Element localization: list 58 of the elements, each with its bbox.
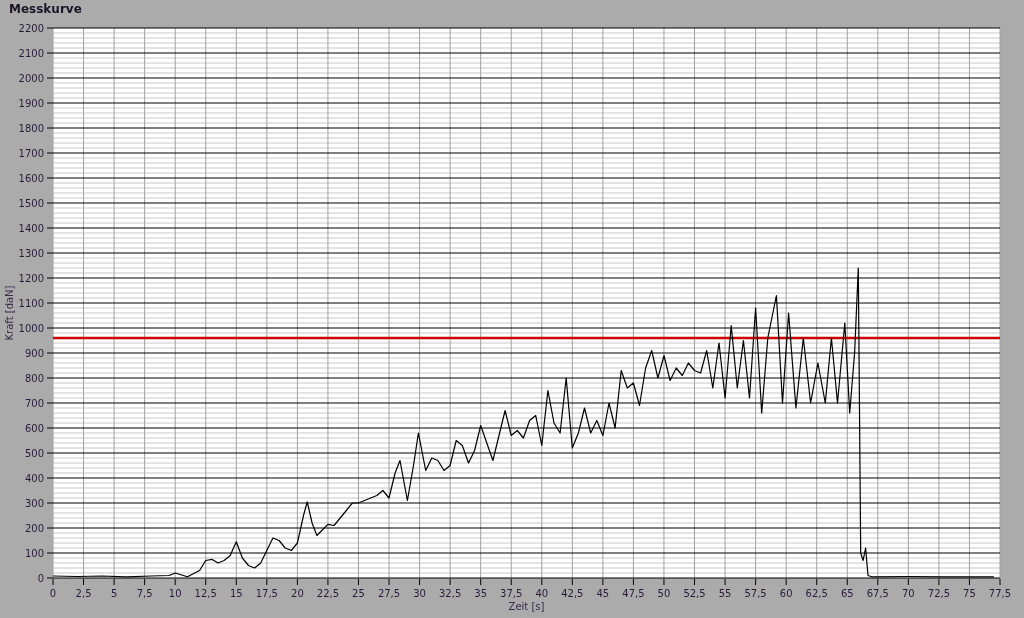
axis-tick-label: 0 [37, 573, 44, 584]
axis-tick-label: 200 [24, 523, 44, 534]
axis-tick-label: 22,5 [316, 588, 340, 599]
axis-tick-label: 15 [229, 588, 243, 599]
axis-tick-label: 10 [168, 588, 182, 599]
axis-tick-label: 20 [291, 588, 304, 599]
axis-tick-label: 55 [718, 588, 732, 599]
chart-title: Messkurve [8, 1, 82, 18]
axis-tick-label: 2000 [18, 73, 44, 84]
axis-tick-label: 42,5 [561, 588, 584, 599]
axis-tick-label: 1300 [18, 248, 44, 259]
axis-tick-label: 100 [24, 548, 44, 559]
axis-tick-label: 2100 [18, 48, 44, 59]
axis-tick-label: 77,5 [988, 588, 1012, 599]
axis-tick-label: 800 [24, 373, 44, 384]
axis-tick-label: 500 [24, 448, 44, 459]
axis-tick-label: 25 [352, 588, 365, 599]
axis-tick-label: 65 [840, 588, 854, 599]
axis-tick-label: 32,5 [439, 588, 462, 599]
axis-tick-label: 60 [779, 588, 793, 599]
axis-tick-label: 2,5 [75, 588, 92, 599]
axis-tick-label: 62,5 [805, 588, 828, 599]
axis-tick-label: 1900 [18, 98, 44, 109]
axis-tick-label: 2200 [18, 24, 44, 34]
axis-tick-label: 1400 [18, 223, 44, 234]
axis-tick-label: 67,5 [866, 588, 889, 599]
axis-tick-label: 47,5 [622, 588, 645, 599]
axis-tick-label: 1800 [18, 123, 44, 134]
axis-tick-label: 0 [49, 588, 57, 599]
axis-tick-label: 40 [535, 588, 549, 599]
axis-tick-label: 30 [413, 588, 426, 599]
axis-tick-label: 1700 [18, 148, 44, 159]
axis-tick-label: 35 [474, 588, 488, 599]
axis-tick-label: 400 [24, 473, 44, 484]
axis-tick-label: 45 [596, 588, 610, 599]
axis-tick-label: 300 [24, 498, 44, 509]
axis-tick-label: 900 [24, 348, 44, 359]
x-axis-title: Zeit [s] [508, 601, 545, 612]
axis-tick-label: 12,5 [194, 588, 217, 599]
axis-tick-label: 5 [110, 588, 118, 599]
axis-tick-label: 700 [24, 398, 44, 409]
axis-tick-label: 27,5 [377, 588, 401, 599]
y-axis-title: Kraft [daN] [4, 285, 15, 341]
axis-tick-label: 50 [657, 588, 671, 599]
axis-tick-label: 1200 [18, 273, 44, 284]
axis-tick-label: 1600 [18, 173, 44, 184]
axis-tick-label: 52,5 [683, 588, 706, 599]
axis-tick-label: 1100 [18, 298, 44, 309]
axis-tick-label: 600 [24, 423, 44, 434]
axis-tick-label: 70 [902, 588, 915, 599]
axis-tick-label: 1500 [18, 198, 44, 209]
axis-tick-label: 57,5 [744, 588, 767, 599]
axis-tick-label: 7,5 [136, 588, 153, 599]
axis-tick-label: 1000 [18, 323, 44, 334]
axis-tick-label: 37,5 [500, 588, 523, 599]
axis-tick-label: 72,5 [927, 588, 951, 599]
axis-tick-label: 17,5 [255, 588, 278, 599]
axis-tick-label: 75 [963, 588, 976, 599]
